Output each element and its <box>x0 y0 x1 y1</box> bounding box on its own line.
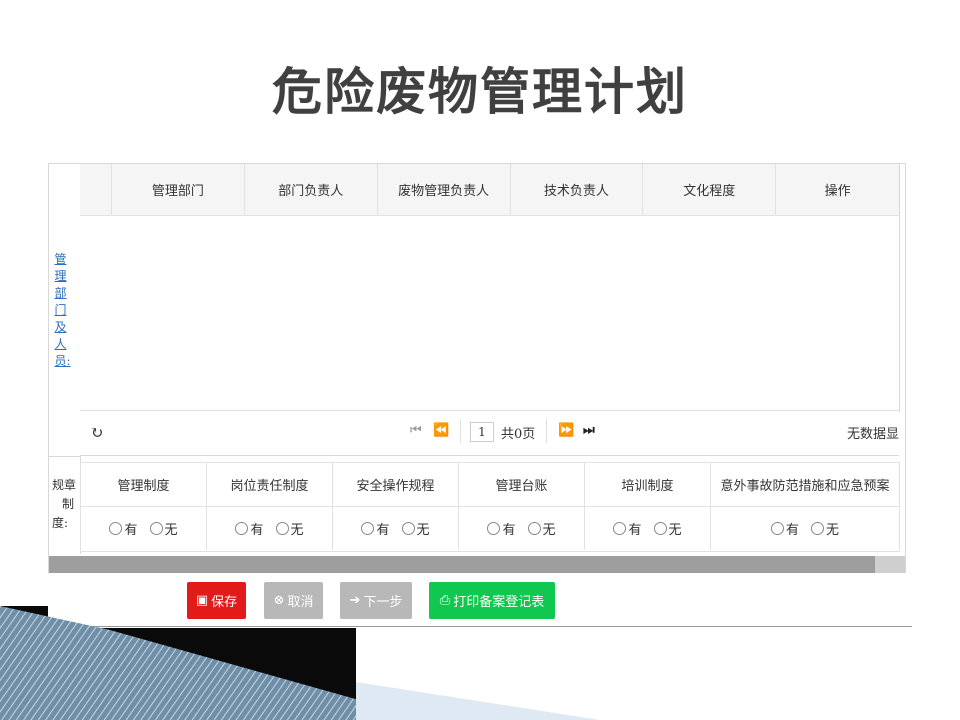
rule-name: 岗位责任制度 <box>207 463 333 506</box>
rules-section-label: 规章 制 度: <box>49 456 81 554</box>
rule-option-group: 有 无 <box>81 507 207 550</box>
rules-header-row: 管理制度 岗位责任制度 安全操作规程 管理台账 培训制度 意外事故防范措施和应急… <box>81 463 900 506</box>
rule-option-group: 有 无 <box>459 507 585 550</box>
page-total: 共0页 <box>501 427 536 442</box>
rules-section: 规章 制 度: 管理制度 岗位责任制度 安全操作规程 管理台账 培训制度 意外事… <box>49 456 905 554</box>
rule-option-group: 有 无 <box>585 507 711 550</box>
radio-yes[interactable]: 有 <box>613 519 642 538</box>
dept-section-label-cell: 管理部门及人员: <box>49 164 81 457</box>
page-number-input[interactable]: 1 <box>470 422 494 442</box>
radio-no[interactable]: 无 <box>275 519 304 538</box>
rule-name: 意外事故防范措施和应急预案 <box>711 463 900 506</box>
radio-yes[interactable]: 有 <box>109 519 138 538</box>
management-plan-form: 管理部门及人员: 管理部门 部门负责人 废物管理负责人 技术负责人 文化程度 操… <box>48 163 906 575</box>
rule-name: 安全操作规程 <box>333 463 459 506</box>
column-header-tech-head[interactable]: 技术负责人 <box>509 164 643 215</box>
column-header-dept-head[interactable]: 部门负责人 <box>243 164 377 215</box>
rule-name: 管理台账 <box>459 463 585 506</box>
radio-no[interactable]: 无 <box>401 519 430 538</box>
rule-option-group: 有 无 <box>711 507 900 550</box>
column-header-dept[interactable]: 管理部门 <box>110 164 244 215</box>
decorative-corner-graphic <box>0 606 600 720</box>
radio-no[interactable]: 无 <box>811 519 839 538</box>
radio-yes[interactable]: 有 <box>770 519 799 538</box>
slide-title: 危险废物管理计划 <box>272 63 688 121</box>
rules-label-line: 度: <box>52 516 69 530</box>
column-header-waste-head[interactable]: 废物管理负责人 <box>376 164 510 215</box>
rule-option-group: 有 无 <box>333 507 459 550</box>
radio-no[interactable]: 无 <box>527 519 556 538</box>
last-page-icon[interactable]: ⏭ <box>583 423 595 438</box>
radio-yes[interactable]: 有 <box>235 519 264 538</box>
radio-no[interactable]: 无 <box>149 519 178 538</box>
pager-divider <box>460 419 461 443</box>
prev-page-icon[interactable]: ⏪ <box>433 423 449 438</box>
refresh-icon[interactable]: ↻ <box>90 423 103 442</box>
column-header-education[interactable]: 文化程度 <box>642 164 775 215</box>
scrollbar-thumb[interactable] <box>49 556 875 573</box>
radio-yes[interactable]: 有 <box>487 519 516 538</box>
dept-grid: 管理部门 部门负责人 废物管理负责人 技术负责人 文化程度 操作 <box>80 164 900 412</box>
rules-options-row: 有 无 有 无 有 无 有 无 有 无 有 无 <box>81 506 900 550</box>
radio-no[interactable]: 无 <box>653 519 682 538</box>
rules-table: 管理制度 岗位责任制度 安全操作规程 管理台账 培训制度 意外事故防范措施和应急… <box>80 462 900 552</box>
empty-status: 无数据显 <box>846 427 899 442</box>
next-page-icon[interactable]: ⏩ <box>558 423 574 438</box>
dept-grid-pager: ↻ ⏮ ⏪ 1 共0页 ⏩ ⏭ 无数据显 <box>80 410 899 456</box>
horizontal-scrollbar[interactable] <box>49 556 905 573</box>
dept-grid-body <box>80 216 899 410</box>
dept-section-link[interactable]: 管理部门及人员: <box>55 251 75 370</box>
rule-option-group: 有 无 <box>207 507 333 550</box>
rules-label-line: 规章 <box>52 478 77 492</box>
rule-name: 管理制度 <box>81 463 207 506</box>
rules-label-line: 制 <box>62 497 75 511</box>
column-header-actions[interactable]: 操作 <box>775 164 899 215</box>
pager-divider <box>546 419 547 443</box>
select-all-column[interactable] <box>80 164 111 215</box>
rule-name: 培训制度 <box>585 463 711 506</box>
radio-yes[interactable]: 有 <box>361 519 390 538</box>
first-page-icon[interactable]: ⏮ <box>410 423 422 438</box>
dept-grid-header: 管理部门 部门负责人 废物管理负责人 技术负责人 文化程度 操作 <box>80 164 899 216</box>
